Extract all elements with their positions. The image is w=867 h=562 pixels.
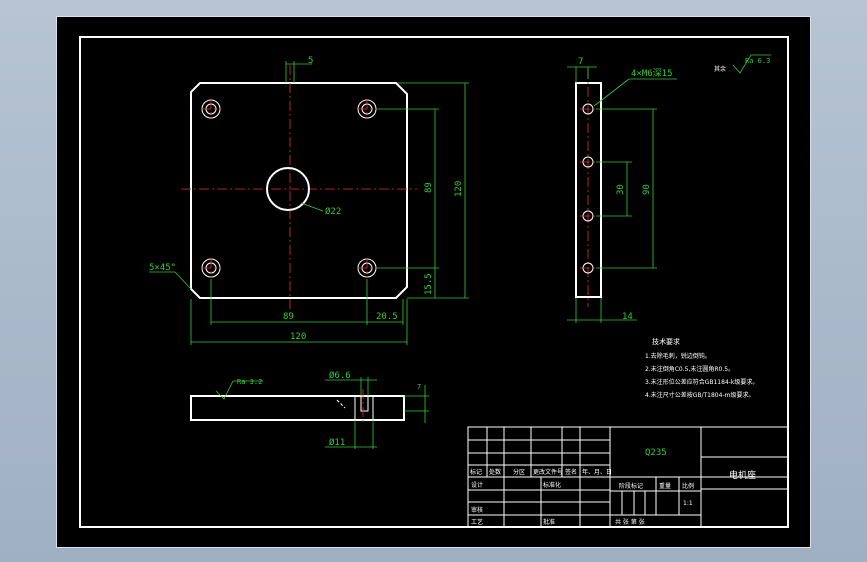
svg-text:比例: 比例 bbox=[682, 482, 694, 490]
dim-bottom-89: 89 bbox=[283, 312, 294, 322]
svg-text:4.未注尺寸公差按GB/T1804-m级要求。: 4.未注尺寸公差按GB/T1804-m级要求。 bbox=[645, 391, 754, 399]
tech-requirements: 技术要求 1.去除毛刺，锐边倒钝。 2.未注倒角C0.5,未注圆角R0.5。 3… bbox=[645, 337, 758, 399]
scale-value: 1:1 bbox=[683, 500, 693, 507]
svg-text:更改文件号: 更改文件号 bbox=[533, 468, 563, 476]
svg-text:签名: 签名 bbox=[565, 468, 577, 476]
svg-text:审核: 审核 bbox=[471, 506, 483, 514]
side-dim-14: 14 bbox=[622, 312, 633, 322]
svg-text:阶段标记: 阶段标记 bbox=[619, 482, 643, 490]
corner-hole-br bbox=[357, 258, 377, 278]
svg-text:分区: 分区 bbox=[513, 468, 525, 476]
svg-text:工艺: 工艺 bbox=[471, 518, 483, 526]
dim-right-89: 89 bbox=[424, 182, 434, 193]
svg-text:年、月、日: 年、月、日 bbox=[582, 468, 612, 476]
top-view: 5 89 20.5 120 89 120 15.5 Ø22 5×45° bbox=[149, 56, 469, 345]
chamfer-label: 5×45° bbox=[149, 263, 176, 273]
cad-viewport[interactable]: 5 89 20.5 120 89 120 15.5 Ø22 5×45° 7 4×… bbox=[56, 16, 811, 548]
dim-right-120: 120 bbox=[454, 181, 464, 197]
material-label: Q235 bbox=[645, 448, 667, 458]
corner-hole-bl bbox=[201, 258, 221, 278]
svg-text:Ra 6.3: Ra 6.3 bbox=[745, 57, 770, 65]
side-view: 7 4×M6深15 30 90 14 bbox=[567, 57, 677, 323]
corner-hole-tr bbox=[357, 99, 377, 119]
roughness-corner: 其余 Ra 6.3 bbox=[714, 54, 771, 74]
side-holes-label: 4×M6深15 bbox=[631, 68, 673, 79]
section-dim-11: Ø11 bbox=[329, 437, 345, 448]
drawing-border bbox=[79, 36, 789, 528]
side-dim-30: 30 bbox=[616, 184, 626, 195]
svg-text:技术要求: 技术要求 bbox=[652, 337, 680, 346]
svg-text:重量: 重量 bbox=[659, 482, 671, 490]
svg-text:3.未注形位公差应符合GB1184-k级要求。: 3.未注形位公差应符合GB1184-k级要求。 bbox=[645, 378, 758, 386]
svg-text:1.去除毛刺，锐边倒钝。: 1.去除毛刺，锐边倒钝。 bbox=[645, 352, 711, 360]
section-dim-7: 7 bbox=[417, 383, 421, 391]
corner-hole-tl bbox=[201, 99, 221, 119]
svg-text:设计: 设计 bbox=[471, 481, 483, 489]
svg-text:标准化: 标准化 bbox=[543, 481, 561, 489]
title-block: 标记 处数 分区 更改文件号 签名 年、月、日 设计 标准化 审核 工艺 批准 … bbox=[467, 426, 789, 528]
dim-bottom-20-5: 20.5 bbox=[376, 312, 398, 322]
dim-right-15-5: 15.5 bbox=[424, 273, 434, 295]
side-dim-top-7: 7 bbox=[578, 57, 583, 67]
svg-text:标记: 标记 bbox=[470, 468, 482, 476]
section-view: Ra 3.2 Ø6.6 Ø11 7 bbox=[190, 370, 429, 449]
svg-text:2.未注倒角C0.5,未注圆角R0.5。: 2.未注倒角C0.5,未注圆角R0.5。 bbox=[645, 365, 734, 373]
svg-text:批准: 批准 bbox=[543, 518, 555, 526]
dim-overall-width: 120 bbox=[290, 332, 306, 342]
cad-drawing: 5 89 20.5 120 89 120 15.5 Ø22 5×45° 7 4×… bbox=[79, 36, 789, 528]
side-dim-90: 90 bbox=[642, 184, 652, 195]
svg-text:共 张 第 张: 共 张 第 张 bbox=[615, 518, 645, 526]
svg-text:其余: 其余 bbox=[714, 65, 726, 73]
dim-top-5: 5 bbox=[308, 56, 313, 66]
section-roughness: Ra 3.2 bbox=[237, 378, 262, 386]
section-dim-6-6: Ø6.6 bbox=[329, 370, 351, 381]
part-name: 电机座 bbox=[729, 469, 756, 481]
hole-dia-label: Ø22 bbox=[325, 206, 341, 217]
svg-text:处数: 处数 bbox=[489, 468, 501, 476]
